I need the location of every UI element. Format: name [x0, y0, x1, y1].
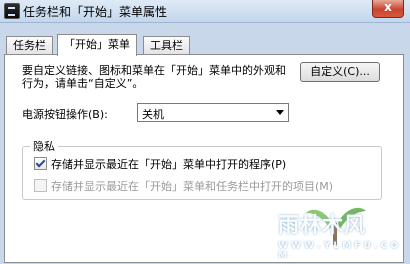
tab-strip: 任务栏 「开始」菜单 工具栏: [4, 34, 406, 56]
store-recent-items-checkbox: [34, 179, 47, 192]
tab-toolbars[interactable]: 工具栏: [143, 36, 190, 54]
store-recent-items-label: 存储并显示最近在「开始」菜单和任务栏中打开的项目(M): [51, 180, 334, 193]
store-recent-programs-label: 存储并显示最近在「开始」菜单中打开的程序(P): [51, 158, 287, 171]
store-recent-programs-option[interactable]: 存储并显示最近在「开始」菜单中打开的程序(P): [34, 156, 286, 172]
power-button-label: 电源按钮操作(B):: [22, 108, 108, 121]
customize-description: 要自定义链接、图标和菜单在「开始」菜单中的外观和行为，请单击“自定义”。: [22, 64, 286, 90]
store-recent-items-option: 存储并显示最近在「开始」菜单和任务栏中打开的项目(M): [34, 178, 333, 194]
taskbar-properties-icon: [4, 3, 20, 19]
privacy-group-title: 隐私: [30, 138, 58, 154]
window-title: 任务栏和「开始」菜单属性: [23, 5, 168, 19]
store-recent-programs-checkbox[interactable]: [34, 157, 47, 170]
watermark-text: 雨林木风: [278, 213, 366, 237]
power-button-action-select[interactable]: 关机: [137, 103, 289, 122]
watermark-url: W W W . Y L M F U . C O M: [278, 241, 399, 261]
tab-start-menu[interactable]: 「开始」菜单: [57, 34, 137, 56]
title-bar: 任务栏和「开始」菜单属性 x: [0, 0, 410, 23]
chevron-down-icon: [276, 110, 284, 115]
customize-button[interactable]: 自定义(C)...: [300, 62, 380, 82]
tab-taskbar[interactable]: 任务栏: [6, 36, 53, 54]
ylmf-watermark-logo: 雨林木风 W W W . Y L M F U . C O M: [272, 195, 406, 261]
close-button[interactable]: x: [372, 0, 404, 18]
power-button-action-value: 关机: [142, 108, 164, 121]
